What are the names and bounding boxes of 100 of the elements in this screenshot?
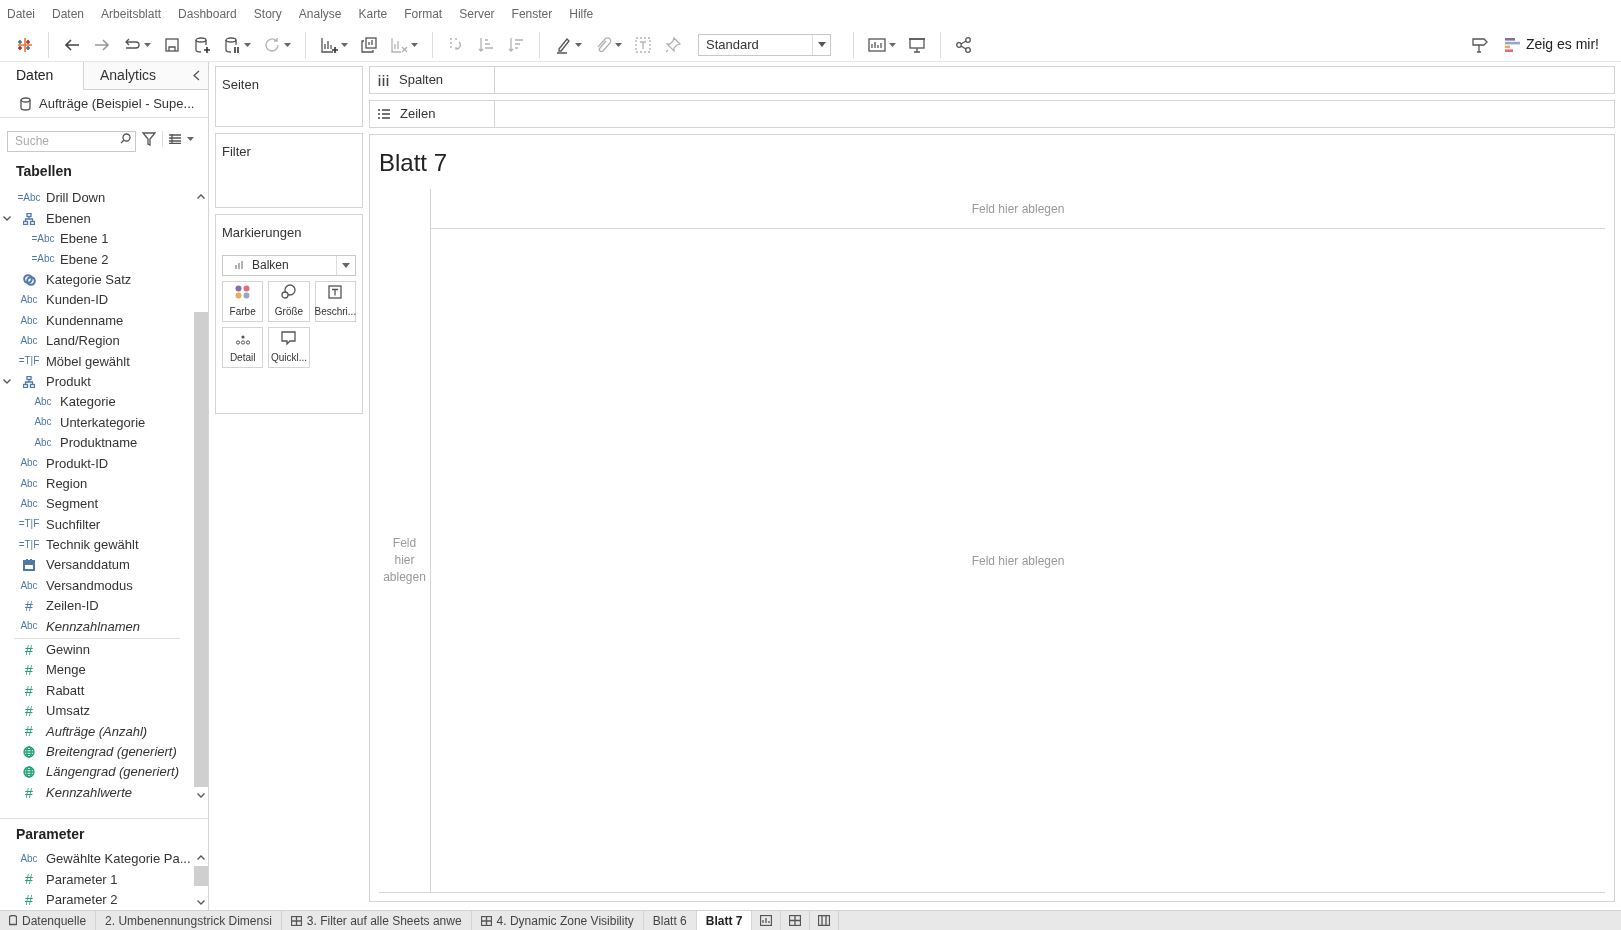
scroll-down-icon[interactable] xyxy=(197,793,205,798)
menu-item[interactable]: Server xyxy=(459,5,495,23)
menu-item[interactable]: Dashboard xyxy=(178,5,237,23)
save-icon[interactable] xyxy=(163,35,181,54)
duplicate-chart-icon[interactable] xyxy=(360,35,378,54)
caret-icon[interactable] xyxy=(615,42,622,47)
database-pause-icon[interactable] xyxy=(223,35,241,54)
new-dashboard-icon[interactable] xyxy=(789,915,802,926)
collapse-icon[interactable] xyxy=(193,70,200,81)
chevron-icon[interactable] xyxy=(3,216,11,222)
sheet-tab[interactable]: 3. Filter auf alle Sheets anwe xyxy=(281,911,472,930)
sheet-tab[interactable]: Blatt 6 xyxy=(643,911,697,930)
sheet-tab[interactable]: Datenquelle xyxy=(0,911,97,930)
menu-item[interactable]: Arbeitsblatt xyxy=(101,5,162,23)
field-item[interactable]: Gewinn xyxy=(46,640,91,660)
field-type-icon: # xyxy=(25,724,33,739)
menu-item[interactable]: Format xyxy=(404,5,443,23)
menu-item[interactable]: Hilfe xyxy=(569,5,594,23)
bar-chart-icon xyxy=(1504,37,1520,52)
caret-icon[interactable] xyxy=(144,42,151,47)
show-me-button[interactable]: Zeig es mir! xyxy=(1504,30,1599,59)
field-item[interactable]: Möbel gewählt xyxy=(46,351,130,372)
menu-item[interactable]: Analyse xyxy=(298,5,342,23)
caret-icon[interactable] xyxy=(411,42,418,47)
caret-icon[interactable] xyxy=(889,42,896,47)
field-item[interactable]: Ebene 2 xyxy=(60,249,109,270)
scroll-up-icon[interactable] xyxy=(197,194,205,199)
sheet-tab[interactable]: Blatt 7 xyxy=(696,911,753,930)
mark-button[interactable]: Größe xyxy=(268,280,310,322)
field-item[interactable]: Kennzahlwerte xyxy=(46,782,132,803)
search-field[interactable]: Suche xyxy=(7,130,136,152)
menu-item[interactable]: Story xyxy=(253,5,282,23)
scroll-down-icon[interactable] xyxy=(197,899,205,905)
field-item[interactable]: Versanddatum xyxy=(46,555,130,575)
caret-icon[interactable] xyxy=(342,262,350,268)
field-item[interactable]: Kategorie Satz xyxy=(46,270,132,290)
field-item[interactable]: Aufträge (Anzahl) xyxy=(46,721,148,742)
grid-icon xyxy=(480,915,492,926)
sheet-tab[interactable]: 2. Umbenennungstrick Dimensi xyxy=(96,911,282,930)
mark-type-dropdown[interactable]: Balken xyxy=(222,254,356,276)
sheet-tab[interactable]: 4. Dynamic Zone Visibility xyxy=(471,911,644,930)
list-view-icon[interactable] xyxy=(169,133,181,144)
mark-button[interactable]: Quickl... xyxy=(268,326,310,368)
field-item[interactable]: Kennzahlnamen xyxy=(46,616,140,637)
caret-icon[interactable] xyxy=(244,42,251,47)
chevron-icon[interactable] xyxy=(3,379,11,385)
field-item[interactable]: Produkt xyxy=(46,371,91,392)
field-item[interactable]: Land/Region xyxy=(46,331,120,351)
mark-button[interactable]: Detail xyxy=(222,326,264,368)
field-item[interactable]: Ebenen xyxy=(46,208,91,229)
field-item[interactable]: Längengrad (generiert) xyxy=(46,762,179,782)
field-item[interactable]: Technik gewählt xyxy=(46,535,139,555)
new-worksheet-icon[interactable] xyxy=(760,915,773,926)
field-item[interactable]: Parameter 2 xyxy=(46,890,118,910)
drop-zone-hint: Feld hier ablegen xyxy=(971,552,1065,570)
field-item[interactable]: Kundenname xyxy=(46,310,124,331)
field-item[interactable]: Umsatz xyxy=(46,701,91,721)
field-item[interactable]: Parameter 1 xyxy=(46,869,118,890)
field-item[interactable]: Menge xyxy=(46,660,86,680)
field-item[interactable]: Kategorie xyxy=(60,392,116,412)
fit-dropdown[interactable]: Standard xyxy=(698,33,831,56)
field-item[interactable]: Produktname xyxy=(60,433,138,453)
presentation-icon[interactable] xyxy=(908,35,926,54)
filter-icon[interactable] xyxy=(142,131,156,146)
field-item[interactable]: Ebene 1 xyxy=(60,229,109,249)
mark-button[interactable]: Beschri... xyxy=(314,280,356,322)
shelf-label: Spalten xyxy=(399,71,444,90)
field-item[interactable]: Gewählte Kategorie Pa... xyxy=(46,849,191,869)
menu-item[interactable]: Daten xyxy=(52,5,85,23)
field-item[interactable]: Kunden-ID xyxy=(46,290,109,310)
field-item[interactable]: Versandmodus xyxy=(46,575,133,596)
data-source-name[interactable]: Aufträge (Beispiel - Supe... xyxy=(39,93,195,114)
field-item[interactable]: Produkt-ID xyxy=(46,453,109,473)
caret-icon[interactable] xyxy=(341,42,348,47)
menu-item[interactable]: Karte xyxy=(358,5,388,23)
caret-icon[interactable] xyxy=(818,42,826,47)
scroll-up-icon[interactable] xyxy=(197,854,205,860)
field-item[interactable]: Rabatt xyxy=(46,680,85,701)
caret-icon[interactable] xyxy=(575,42,582,47)
mark-button[interactable]: Farbe xyxy=(222,280,264,322)
menu-item[interactable]: Fenster xyxy=(511,5,553,23)
field-item[interactable]: Suchfilter xyxy=(46,514,101,535)
show-me-chart-icon[interactable] xyxy=(868,35,886,54)
caret-icon[interactable] xyxy=(187,136,194,141)
signpost-icon[interactable] xyxy=(1470,35,1489,54)
share-icon[interactable] xyxy=(955,35,973,54)
field-item[interactable]: Zeilen-ID xyxy=(46,596,99,616)
new-story-icon[interactable] xyxy=(818,915,831,926)
pane-tab[interactable]: Analytics xyxy=(83,62,193,90)
field-item[interactable]: Region xyxy=(46,473,88,494)
new-chart-icon[interactable] xyxy=(320,35,338,54)
field-item[interactable]: Unterkategorie xyxy=(60,412,146,433)
database-plus-icon[interactable] xyxy=(193,35,211,54)
field-item[interactable]: Segment xyxy=(46,494,99,514)
menu-item[interactable]: Datei xyxy=(7,5,35,23)
field-item[interactable]: Breitengrad (generiert) xyxy=(46,742,177,762)
search-icon xyxy=(120,133,131,144)
caret-icon[interactable] xyxy=(284,42,291,47)
logo-icon[interactable] xyxy=(16,35,34,54)
field-item[interactable]: Drill Down xyxy=(46,188,106,208)
